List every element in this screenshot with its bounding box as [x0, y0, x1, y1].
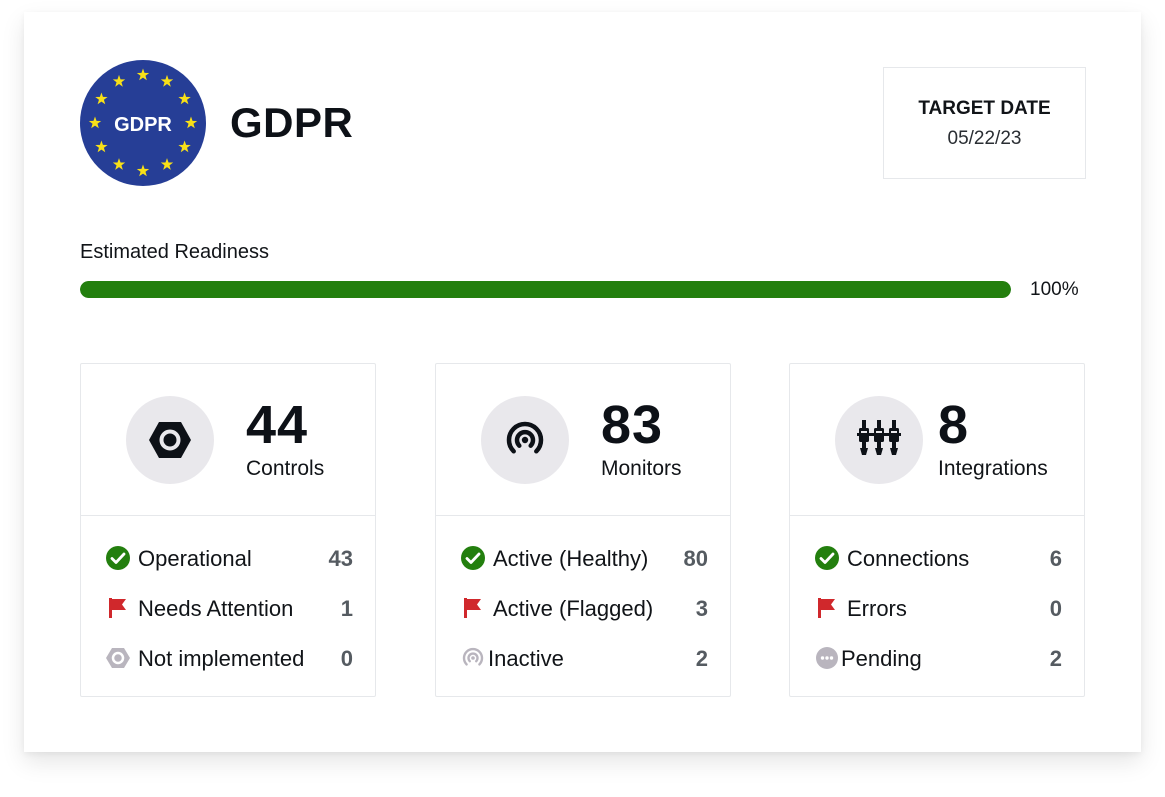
- status-row-count: 43: [328, 546, 353, 571]
- monitors-card[interactable]: 83 Monitors Active (Healthy) 80 Active (…: [435, 363, 731, 697]
- monitors-count: 83: [601, 395, 664, 455]
- gdpr-logo-text: GDPR: [114, 114, 172, 136]
- status-row[interactable]: Connections 6: [790, 544, 1084, 594]
- controls-count: 44: [246, 395, 309, 455]
- flag-icon: [460, 595, 486, 621]
- status-row[interactable]: Operational 43: [81, 544, 375, 594]
- flag-icon: [814, 595, 840, 621]
- readiness-progress-fill: [80, 281, 1011, 298]
- target-date-box: TARGET DATE 05/22/23: [883, 67, 1086, 179]
- readiness-progress-bar: [80, 281, 1011, 298]
- target-date-value: 05/22/23: [947, 128, 1022, 149]
- status-row[interactable]: Not implemented 0: [81, 644, 375, 694]
- status-row-count: 2: [1049, 646, 1062, 671]
- status-row-label: Not implemented: [138, 646, 305, 671]
- status-row[interactable]: Active (Healthy) 80: [436, 544, 730, 594]
- controls-card[interactable]: 44 Controls Operational 43 Needs Attenti…: [80, 363, 376, 697]
- status-row[interactable]: Active (Flagged) 3: [436, 594, 730, 644]
- status-row-count: 0: [1049, 596, 1062, 621]
- status-row[interactable]: Errors 0: [790, 594, 1084, 644]
- status-row-count: 6: [1049, 546, 1062, 571]
- status-row-label: Operational: [138, 546, 252, 571]
- status-row[interactable]: Inactive 2: [436, 644, 730, 694]
- integrations-card[interactable]: 8 Integrations Connections 6 Errors 0 Pe…: [789, 363, 1085, 697]
- flag-icon: [105, 595, 131, 621]
- status-row-count: 2: [695, 646, 708, 671]
- check-circle-icon: [460, 545, 486, 571]
- status-row-label: Inactive: [488, 646, 564, 671]
- signal-broadcast-icon: [481, 396, 569, 484]
- integrations-label: Integrations: [938, 457, 1048, 480]
- status-row-label: Active (Flagged): [493, 596, 654, 621]
- status-row-label: Errors: [847, 596, 907, 621]
- check-circle-icon: [105, 545, 131, 571]
- gdpr-readiness-card: GDPR GDPR TARGET DATE 05/22/23 Estimated…: [24, 12, 1141, 752]
- plug-connectors-icon: [835, 396, 923, 484]
- gdpr-eu-logo: GDPR: [80, 60, 206, 186]
- hexagon-outline-icon: [105, 645, 131, 671]
- status-row-count: 0: [340, 646, 353, 671]
- monitors-label: Monitors: [601, 457, 682, 480]
- status-row-label: Active (Healthy): [493, 546, 649, 571]
- integrations-count: 8: [938, 395, 970, 455]
- status-row-count: 1: [340, 596, 353, 621]
- pending-dots-icon: [814, 645, 840, 671]
- signal-inactive-icon: [460, 645, 486, 671]
- status-row[interactable]: Pending 2: [790, 644, 1084, 694]
- status-row-count: 3: [695, 596, 708, 621]
- readiness-percent: 100%: [1030, 279, 1079, 300]
- controls-label: Controls: [246, 457, 325, 480]
- hexagon-nut-icon: [126, 396, 214, 484]
- target-date-label: TARGET DATE: [918, 98, 1051, 119]
- status-row[interactable]: Needs Attention 1: [81, 594, 375, 644]
- status-row-label: Pending: [841, 646, 922, 671]
- framework-title: GDPR: [230, 99, 354, 146]
- status-row-label: Needs Attention: [138, 596, 294, 621]
- status-row-count: 80: [683, 546, 708, 571]
- status-row-label: Connections: [847, 546, 970, 571]
- check-circle-icon: [814, 545, 840, 571]
- readiness-label: Estimated Readiness: [80, 241, 269, 263]
